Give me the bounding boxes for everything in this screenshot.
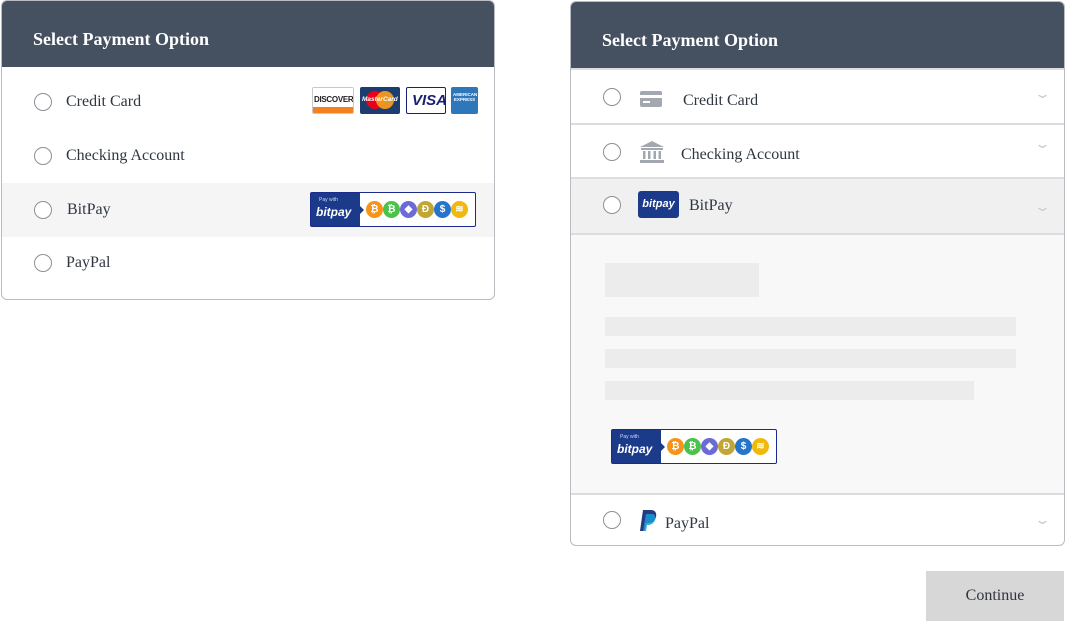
bitpay-badge-logo: Pay with bitpay — [311, 193, 360, 226]
option-label-checking-account: Checking Account — [66, 147, 185, 164]
chevron-down-icon[interactable]: ⌄ — [1034, 199, 1051, 215]
chevron-down-icon[interactable]: ⌄ — [1034, 86, 1051, 102]
busd-icon: ≋ — [451, 201, 468, 218]
bitpay-badge-small-text: Pay with — [319, 197, 338, 203]
bitpay-badge-logo: Pay with bitpay — [612, 430, 661, 463]
usdc-icon: $ — [434, 201, 451, 218]
amex-card-logo: AMERICAN EXPRESS — [451, 87, 478, 114]
usdc-icon: $ — [735, 438, 752, 455]
radio-credit-card[interactable] — [34, 93, 52, 111]
option-label-paypal: PayPal — [66, 254, 111, 271]
credit-card-icon — [640, 91, 662, 112]
visa-card-logo: VISA — [406, 87, 446, 114]
amex-logo-text: AMERICAN EXPRESS — [453, 92, 478, 102]
discover-logo-text: DISCOVER — [314, 95, 354, 104]
ethereum-icon: ◆ — [400, 201, 417, 218]
visa-logo-text: VISA — [412, 92, 446, 109]
panel-title: Select Payment Option — [2, 1, 494, 67]
skeleton-heading — [605, 263, 759, 297]
option-label-bitpay: BitPay — [689, 197, 733, 214]
radio-paypal[interactable] — [603, 511, 621, 529]
payment-options-panel-simple: Select Payment Option Credit Card DISCOV… — [1, 0, 495, 300]
dogecoin-icon: Ð — [718, 438, 735, 455]
bank-icon — [640, 141, 664, 168]
radio-credit-card[interactable] — [603, 88, 621, 106]
bitpay-logo-icon: bitpay — [638, 191, 679, 218]
option-row-paypal[interactable]: PayPal — [2, 237, 494, 291]
option-label-credit-card: Credit Card — [66, 93, 142, 110]
skeleton-line — [605, 381, 974, 400]
bitpay-badge-brand: bitpay — [617, 442, 653, 456]
ethereum-icon: ◆ — [701, 438, 718, 455]
mastercard-logo-text: MasterCard — [362, 96, 398, 103]
panel-title: Select Payment Option — [571, 2, 1064, 68]
bitcoin-icon: ₿ — [366, 201, 383, 218]
radio-paypal[interactable] — [34, 254, 52, 272]
accordion-row-bitpay[interactable]: bitpay BitPay ⌄ — [571, 177, 1064, 233]
radio-bitpay[interactable] — [603, 196, 621, 214]
dogecoin-icon: Ð — [417, 201, 434, 218]
bitcoin-icon: ₿ — [667, 438, 684, 455]
paypal-icon — [638, 509, 658, 538]
accordion-row-checking-account[interactable]: Checking Account ⌄ — [571, 123, 1064, 177]
bitpay-badge-brand: bitpay — [316, 205, 352, 219]
option-label-paypal: PayPal — [665, 515, 710, 532]
payment-options-panel-accordion: Select Payment Option Credit Card ⌄ Chec… — [570, 1, 1065, 546]
bitpay-badge: Pay with bitpay ₿ ₿ ◆ Ð $ ≋ — [310, 192, 476, 227]
discover-card-logo: DISCOVER — [312, 87, 354, 114]
accordion-row-credit-card[interactable]: Credit Card ⌄ — [571, 68, 1064, 123]
skeleton-line — [605, 349, 1016, 368]
continue-button[interactable]: Continue — [926, 571, 1064, 621]
mastercard-logo: MasterCard — [360, 87, 400, 114]
bitcoin-cash-icon: ₿ — [684, 438, 701, 455]
bitpay-expanded-content: Pay with bitpay ₿ ₿ ◆ Ð $ ≋ — [571, 233, 1064, 495]
chevron-down-icon[interactable]: ⌄ — [1034, 512, 1051, 528]
radio-checking-account[interactable] — [603, 143, 621, 161]
bitpay-badge[interactable]: Pay with bitpay ₿ ₿ ◆ Ð $ ≋ — [611, 429, 777, 464]
option-label-credit-card: Credit Card — [683, 92, 759, 109]
bitcoin-cash-icon: ₿ — [383, 201, 400, 218]
radio-bitpay[interactable] — [34, 201, 52, 219]
radio-checking-account[interactable] — [34, 147, 52, 165]
accordion-row-paypal[interactable]: PayPal ⌄ — [571, 493, 1064, 545]
chevron-down-icon[interactable]: ⌄ — [1034, 136, 1051, 152]
skeleton-line — [605, 317, 1016, 336]
busd-icon: ≋ — [752, 438, 769, 455]
bitpay-badge-small-text: Pay with — [620, 434, 639, 440]
option-row-checking-account[interactable]: Checking Account — [2, 129, 494, 183]
option-label-checking-account: Checking Account — [681, 146, 800, 163]
option-label-bitpay: BitPay — [67, 201, 111, 218]
